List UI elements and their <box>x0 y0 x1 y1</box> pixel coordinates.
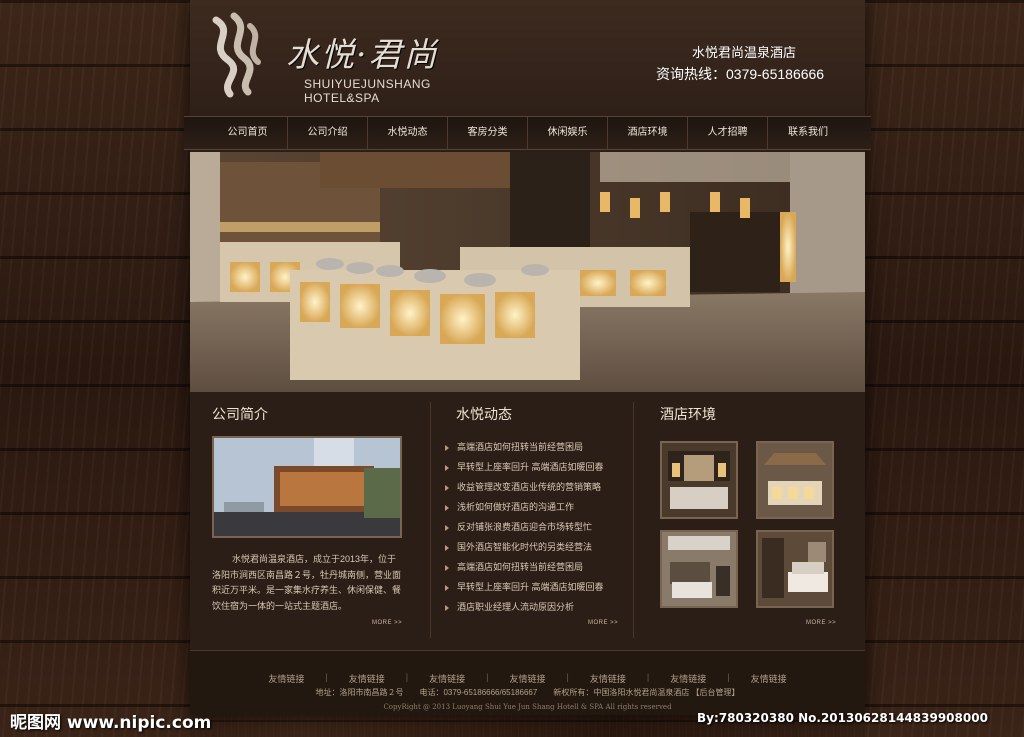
environment-more-link[interactable]: MORE >> <box>806 620 836 626</box>
environment-thumbnail[interactable] <box>756 530 834 608</box>
footer-friend-link[interactable]: 友情链接 <box>268 672 304 685</box>
bullet-arrow-icon <box>445 525 449 531</box>
environment-thumbnail[interactable] <box>660 441 738 519</box>
nav-item-careers[interactable]: 人才招聘 <box>688 117 768 149</box>
footer-separator: | <box>566 672 569 682</box>
main-nav: 公司首页 公司介绍 水悦动态 客房分类 休闲娱乐 酒店环境 人才招聘 联系我们 <box>184 116 871 150</box>
footer-separator: | <box>405 672 409 682</box>
environment-thumbnail[interactable] <box>660 530 738 608</box>
news-list-item[interactable]: 高端酒店如何扭转当前经营困局 <box>442 557 632 577</box>
logo-english-name: SHUIYUEJUNSHANG <box>304 77 431 91</box>
nav-item-home[interactable]: 公司首页 <box>208 117 288 149</box>
footer-separator: | <box>646 672 650 682</box>
footer-separator: | <box>486 672 489 682</box>
logo-english-subtitle: HOTEL&SPA <box>304 91 380 105</box>
intro-text: 水悦君尚温泉酒店，成立于2013年，位于洛阳市涧西区南昌路２号，牡丹城南侧，营业… <box>212 554 402 611</box>
footer-friend-link[interactable]: 友情链接 <box>590 672 626 685</box>
bullet-arrow-icon <box>445 605 449 611</box>
news-list-item[interactable]: 高端酒店如何扭转当前经营困局 <box>442 437 632 457</box>
news-list-item[interactable]: 早转型上座率回升 高端酒店如暖回春 <box>442 457 632 477</box>
news-more-link[interactable]: MORE >> <box>588 620 618 626</box>
news-list-item[interactable]: 酒店职业经理人流动原因分析 <box>442 597 632 617</box>
intro-more-link[interactable]: MORE >> <box>372 620 402 626</box>
news-list-item[interactable]: 反对铺张浪费酒店迎合市场转型忙 <box>442 517 632 537</box>
bullet-arrow-icon <box>445 445 449 451</box>
nav-item-news[interactable]: 水悦动态 <box>368 117 448 149</box>
banner-image <box>190 152 865 392</box>
header: 水悦·君尚 SHUIYUEJUNSHANG HOTEL&SPA 水悦君尚温泉酒店… <box>190 0 865 116</box>
bullet-arrow-icon <box>445 565 449 571</box>
environment-title: 酒店环境 <box>660 406 716 422</box>
hotel-exterior-image[interactable] <box>212 436 402 538</box>
nav-item-rooms[interactable]: 客房分类 <box>448 117 528 149</box>
footer-address: 地址：洛阳市南昌路２号 电话：0379-65186666/65186667 新权… <box>315 688 740 697</box>
bullet-arrow-icon <box>445 505 449 511</box>
footer-separator: | <box>727 672 730 682</box>
footer-copyright: CopyRight @ 2013 Luoyang Shui Yue Jun Sh… <box>383 703 672 711</box>
news-list-item[interactable]: 收益管理改变酒店业传统的营销策略 <box>442 477 632 497</box>
nav-item-leisure[interactable]: 休闲娱乐 <box>528 117 608 149</box>
wood-background-right <box>865 0 1024 737</box>
news-list-item[interactable]: 国外酒店智能化时代的另类经营法 <box>442 537 632 557</box>
footer-friend-link[interactable]: 友情链接 <box>670 672 706 685</box>
watermark-site-logo: 昵图网 www.nipic.com <box>10 713 212 733</box>
news-list: 高端酒店如何扭转当前经营困局 早转型上座率回升 高端酒店如暖回春 收益管理改变酒… <box>442 437 632 617</box>
footer-links: 友情链接 | 友情链接 | 友情链接 | 友情链接 | 友情链接 | 友情链接 | 友情链接 <box>190 672 865 685</box>
watermark-image-id: By:780320380 No.20130628144839908000 <box>697 711 988 725</box>
logo-icon[interactable] <box>206 12 268 98</box>
page-container: 水悦·君尚 SHUIYUEJUNSHANG HOTEL&SPA 水悦君尚温泉酒店… <box>184 0 871 715</box>
footer-separator: | <box>325 672 328 682</box>
footer-friend-link[interactable]: 友情链接 <box>751 672 787 685</box>
logo-chinese-name: 水悦·君尚 <box>286 35 439 74</box>
nav-item-about[interactable]: 公司介绍 <box>288 117 368 149</box>
bullet-arrow-icon <box>445 545 449 551</box>
hotline: 资询热线：0379-65186666 <box>656 66 825 82</box>
column-divider <box>633 402 634 638</box>
news-list-item[interactable]: 早转型上座率回升 高端酒店如暖回春 <box>442 577 632 597</box>
intro-title: 公司简介 <box>212 406 268 422</box>
footer-friend-link[interactable]: 友情链接 <box>429 672 465 685</box>
hotel-name: 水悦君尚温泉酒店 <box>692 45 797 60</box>
bullet-arrow-icon <box>445 465 449 471</box>
nav-item-contact[interactable]: 联系我们 <box>768 117 848 149</box>
news-title: 水悦动态 <box>456 406 512 422</box>
footer-friend-link[interactable]: 友情链接 <box>509 672 545 685</box>
bullet-arrow-icon <box>445 485 449 491</box>
environment-thumbnail[interactable] <box>756 441 834 519</box>
footer-friend-link[interactable]: 友情链接 <box>349 672 385 685</box>
column-divider <box>430 402 431 638</box>
wood-background-left <box>0 0 190 737</box>
nav-item-environment[interactable]: 酒店环境 <box>608 117 688 149</box>
news-list-item[interactable]: 浅析如何做好酒店的沟通工作 <box>442 497 632 517</box>
bullet-arrow-icon <box>445 585 449 591</box>
